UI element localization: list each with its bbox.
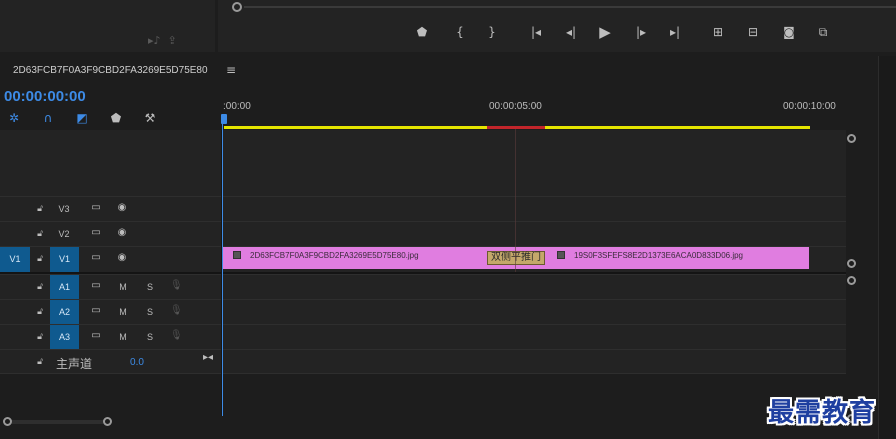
mute-button[interactable]: M: [117, 307, 129, 317]
track-name-v1[interactable]: V1: [50, 247, 79, 272]
hscroll-left-knob[interactable]: [3, 417, 12, 426]
playhead-handle[interactable]: [221, 114, 227, 124]
clip-name-2: 19S0F3SFEFS8E2D1373E6ACA0D833D06.jpg: [574, 251, 743, 260]
hscroll-right-knob[interactable]: [103, 417, 112, 426]
track-name-a2[interactable]: A2: [50, 300, 79, 325]
solo-button[interactable]: S: [144, 307, 156, 317]
go-to-next-icon[interactable]: ▸◂: [201, 352, 215, 363]
extract-icon[interactable]: ⊟: [742, 22, 764, 42]
master-volume-value[interactable]: 0.0: [128, 357, 146, 368]
ruler-label-5s: 00:00:05:00: [489, 101, 542, 112]
mute-button[interactable]: M: [117, 332, 129, 342]
right-panel-strip: [878, 56, 896, 439]
sync-lock-icon[interactable]: ▭: [88, 202, 104, 213]
sync-lock-icon[interactable]: ▭: [88, 252, 104, 263]
add-marker-icon[interactable]: ⬟: [108, 110, 124, 126]
program-scrub-knob[interactable]: [232, 2, 242, 12]
video-scroll-top-knob[interactable]: [847, 134, 856, 143]
program-scrub-bar[interactable]: [244, 6, 896, 8]
track-row-a3: 🔓︎ A3 ▭ M S 🎙︎: [0, 324, 846, 350]
fx-badge-icon: [557, 251, 565, 259]
render-bar-red: [487, 126, 545, 129]
lock-icon[interactable]: 🔓︎: [35, 282, 45, 292]
track-row-v2: 🔓︎ V2 ▭ ◉: [0, 221, 846, 246]
go-to-out-icon[interactable]: ▸|: [664, 22, 686, 42]
lock-icon[interactable]: 🔓︎: [35, 204, 45, 214]
microphone-icon[interactable]: 🎙︎: [170, 280, 183, 291]
snap-icon[interactable]: ∩: [40, 110, 56, 126]
track-name-a3[interactable]: A3: [50, 325, 79, 350]
solo-button[interactable]: S: [144, 332, 156, 342]
playhead-timecode[interactable]: 00:00:00:00: [4, 88, 86, 105]
step-back-icon[interactable]: ◂|: [560, 22, 582, 42]
ruler-label-10s: 00:00:10:00: [783, 101, 836, 112]
lift-icon[interactable]: ⊞: [707, 22, 729, 42]
track-row-master: 🔓︎ 主声道 0.0 ▸◂: [0, 349, 846, 374]
source-patch-v1[interactable]: V1: [0, 247, 30, 272]
lock-icon[interactable]: 🔓︎: [35, 357, 45, 367]
clip-name-1: 2D63FCB7F0A3F9CBD2FA3269E5D75E80.jpg: [250, 251, 419, 260]
transition-push[interactable]: 双侧平推门: [487, 251, 545, 265]
lock-icon[interactable]: 🔓︎: [35, 229, 45, 239]
audio-scroll-top-knob[interactable]: [847, 276, 856, 285]
track-row-a2: 🔓︎ A2 ▭ M S 🎙︎: [0, 299, 846, 325]
panel-icons[interactable]: ▸♪ ⇪: [148, 34, 177, 47]
track-name-a1[interactable]: A1: [50, 275, 79, 300]
sync-lock-icon[interactable]: ▭: [88, 330, 104, 341]
lock-icon[interactable]: 🔓︎: [35, 307, 45, 317]
video-scroll-bottom-knob[interactable]: [847, 259, 856, 268]
lock-icon[interactable]: 🔓︎: [35, 254, 45, 264]
track-row-a1: 🔓︎ A1 ▭ M S 🎙︎: [0, 274, 846, 300]
button-editor-icon[interactable]: ⧉: [812, 22, 834, 42]
sync-lock-icon[interactable]: ▭: [88, 305, 104, 316]
eye-icon[interactable]: ◉: [114, 227, 130, 238]
lock-icon[interactable]: 🔓︎: [35, 332, 45, 342]
sequence-name[interactable]: 2D63FCB7F0A3F9CBD2FA3269E5D75E80: [13, 65, 208, 76]
microphone-icon[interactable]: 🎙︎: [170, 330, 183, 341]
track-row-v3: 🔓︎ V3 ▭ ◉: [0, 196, 846, 221]
watermark-logo: 最需教育: [768, 398, 877, 428]
sync-lock-icon[interactable]: ▭: [88, 227, 104, 238]
horizontal-scrollbar[interactable]: [8, 420, 106, 424]
timeline-empty-area: [0, 130, 846, 196]
track-name-v3[interactable]: V3: [52, 204, 76, 214]
go-to-in-icon[interactable]: |◂: [525, 22, 547, 42]
mute-button[interactable]: M: [117, 282, 129, 292]
snap-nest-icon[interactable]: ✲: [6, 110, 22, 126]
play-icon[interactable]: ▶: [594, 22, 616, 42]
fx-badge-icon: [233, 251, 241, 259]
sync-lock-icon[interactable]: ▭: [88, 280, 104, 291]
edit-point-line: [515, 129, 516, 272]
master-track-name[interactable]: 主声道: [52, 355, 96, 372]
solo-button[interactable]: S: [144, 282, 156, 292]
track-name-v2[interactable]: V2: [52, 229, 76, 239]
source-monitor-panel: ▸♪ ⇪: [0, 0, 215, 52]
settings-wrench-icon[interactable]: ⚒: [142, 110, 158, 126]
mark-in-icon[interactable]: {: [449, 22, 471, 42]
eye-icon[interactable]: ◉: [114, 202, 130, 213]
microphone-icon[interactable]: 🎙︎: [170, 305, 183, 316]
export-frame-icon[interactable]: ◙: [778, 22, 800, 42]
eye-icon[interactable]: ◉: [114, 252, 130, 263]
step-forward-icon[interactable]: |▸: [630, 22, 652, 42]
add-marker-icon[interactable]: ⬟: [411, 22, 433, 42]
playhead-line[interactable]: [222, 124, 223, 416]
ruler-label-start: :00:00: [223, 101, 251, 112]
linked-selection-icon[interactable]: ◩: [74, 110, 90, 126]
hamburger-menu-icon[interactable]: ≡: [226, 63, 236, 77]
mark-out-icon[interactable]: }: [481, 22, 503, 42]
